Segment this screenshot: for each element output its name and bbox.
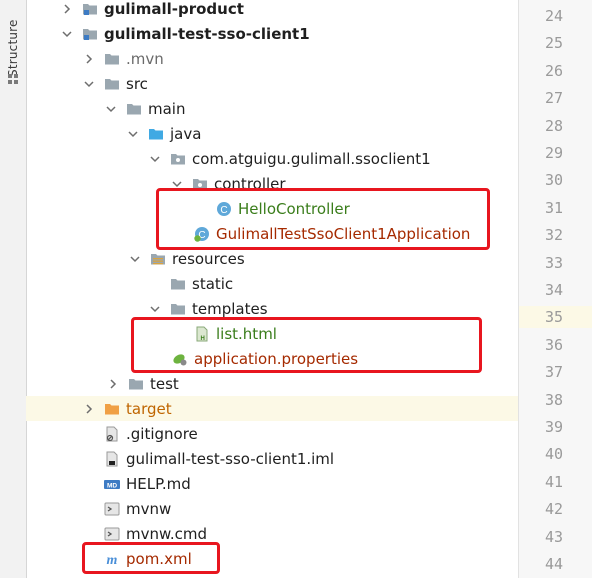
- line-number: 34: [544, 281, 563, 299]
- excluded-folder-icon: [104, 401, 120, 417]
- folder-icon: [104, 76, 120, 92]
- structure-grid-icon: [8, 74, 18, 84]
- script-file-icon: [104, 526, 120, 542]
- line-number: 29: [544, 144, 563, 162]
- tree-item-label: gulimall-product: [104, 0, 244, 18]
- tree-row[interactable]: gulimall-test-sso-client1: [26, 21, 518, 46]
- line-number: 35: [519, 306, 592, 329]
- resources-folder-icon: [150, 251, 166, 267]
- chevron-down-icon[interactable]: [104, 102, 118, 116]
- tree-row[interactable]: gulimall-product: [26, 0, 518, 21]
- chevron-down-icon[interactable]: [82, 77, 96, 91]
- tree-item-label: resources: [172, 249, 245, 268]
- tree-row[interactable]: main: [26, 96, 518, 121]
- line-number: 39: [544, 418, 563, 436]
- module-folder-icon: [82, 1, 98, 17]
- line-number: 33: [544, 253, 563, 272]
- line-number: 40: [544, 445, 563, 464]
- tree-item-label: templates: [192, 299, 268, 318]
- chevron-right-icon[interactable]: [82, 402, 96, 416]
- chevron-down-icon[interactable]: [126, 127, 140, 141]
- line-number: 26: [544, 61, 563, 80]
- line-number: 38: [544, 390, 563, 409]
- line-number: 32: [544, 226, 563, 245]
- line-number: 36: [544, 335, 563, 354]
- module-folder-icon: [82, 26, 98, 42]
- tree-row[interactable]: mvnw: [26, 496, 518, 521]
- line-number: 28: [544, 116, 563, 135]
- chevron-right-icon[interactable]: [60, 2, 74, 16]
- tree-row[interactable]: gulimall-test-sso-client1.iml: [26, 446, 518, 471]
- line-number: 24: [544, 7, 563, 25]
- tree-item-label: .gitignore: [126, 424, 198, 443]
- tree-item-label: gulimall-test-sso-client1.iml: [126, 449, 335, 468]
- tree-row[interactable]: test: [26, 371, 518, 396]
- tree-item-label: src: [126, 74, 148, 93]
- line-number: 43: [544, 527, 563, 546]
- tree-row[interactable]: static: [26, 271, 518, 296]
- chevron-down-icon[interactable]: [148, 152, 162, 166]
- folder-icon: [170, 276, 186, 292]
- folder-icon: [104, 51, 120, 67]
- highlight-box-pom: [82, 542, 220, 574]
- markdown-file-icon: MD: [104, 476, 120, 492]
- tree-row[interactable]: java: [26, 121, 518, 146]
- editor-gutter: 24 25 26 27 28 29 30 31 32 33 34 35 36 37 38 39 40 41 42 43…: [518, 0, 592, 578]
- tree-item-label: .mvn: [126, 49, 164, 68]
- tree-row[interactable]: .gitignore: [26, 421, 518, 446]
- tree-item-label: gulimall-test-sso-client1: [104, 24, 310, 43]
- tree-row[interactable]: MD HELP.md: [26, 471, 518, 496]
- chevron-down-icon[interactable]: [60, 27, 74, 41]
- tree-item-label: main: [148, 99, 186, 118]
- tree-item-label: mvnw: [126, 499, 172, 518]
- tree-row[interactable]: .mvn: [26, 46, 518, 71]
- tree-row[interactable]: com.atguigu.gulimall.ssoclient1: [26, 146, 518, 171]
- tree-item-label: com.atguigu.gulimall.ssoclient1: [192, 149, 431, 168]
- folder-icon: [170, 301, 186, 317]
- line-number: 37: [544, 363, 563, 382]
- line-number: 27: [544, 89, 563, 108]
- line-number: 41: [544, 472, 563, 491]
- tree-item-label: test: [150, 374, 179, 393]
- chevron-down-icon[interactable]: [148, 302, 162, 316]
- tree-row[interactable]: target: [26, 396, 518, 421]
- line-number: 42: [544, 500, 563, 519]
- structure-side-panel: Structure: [0, 0, 27, 578]
- line-number: 30: [544, 171, 563, 190]
- tree-row[interactable]: src: [26, 71, 518, 96]
- script-file-icon: [104, 501, 120, 517]
- package-icon: [170, 151, 186, 167]
- iml-file-icon: [104, 451, 120, 467]
- line-number: 31: [544, 198, 563, 217]
- tree-item-label: target: [126, 399, 172, 418]
- folder-icon: [128, 376, 144, 392]
- tree-item-label: mvnw.cmd: [126, 524, 208, 543]
- tree-item-label: java: [170, 124, 202, 143]
- tree-item-label: HELP.md: [126, 474, 191, 493]
- chevron-right-icon[interactable]: [82, 52, 96, 66]
- line-number: 44: [544, 555, 563, 573]
- highlight-box-java-classes: [156, 188, 490, 250]
- source-folder-icon: [148, 126, 164, 142]
- svg-text:MD: MD: [107, 482, 117, 489]
- chevron-right-icon[interactable]: [106, 377, 120, 391]
- chevron-down-icon[interactable]: [128, 252, 142, 266]
- line-number: 25: [544, 34, 563, 53]
- project-tree: gulimall-product gulimall-test-sso-client…: [26, 0, 518, 578]
- tree-item-label: static: [192, 274, 234, 293]
- folder-icon: [126, 101, 142, 117]
- ignore-file-icon: [104, 426, 120, 442]
- highlight-box-templates: [131, 317, 482, 373]
